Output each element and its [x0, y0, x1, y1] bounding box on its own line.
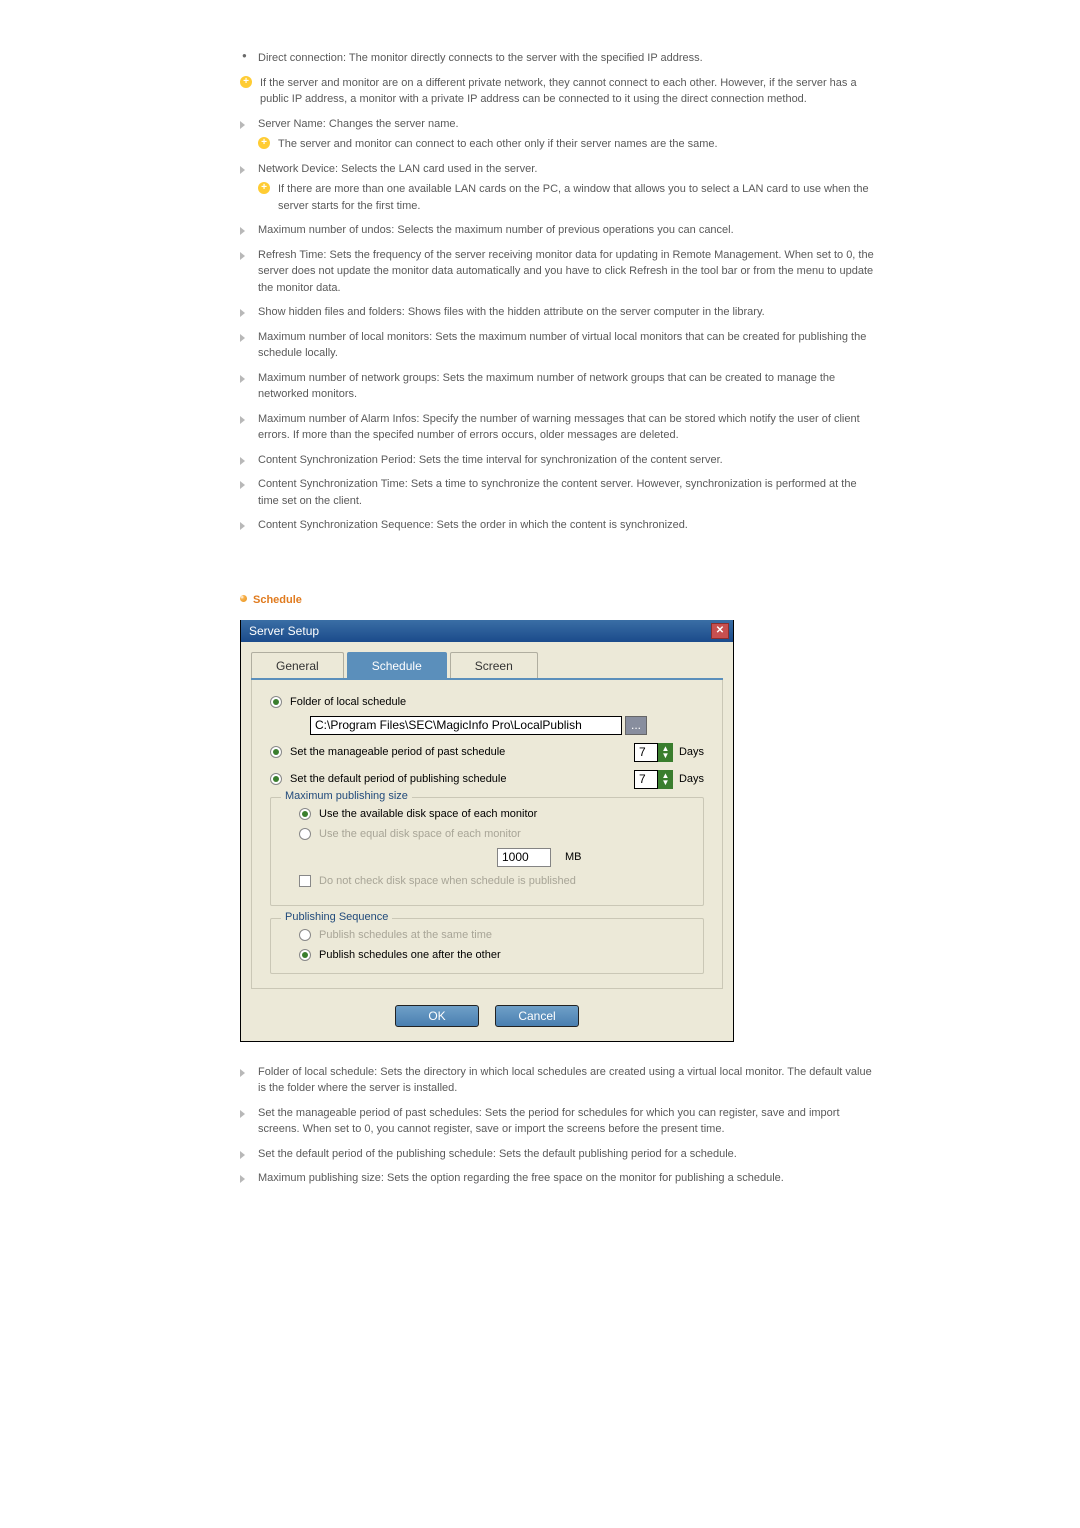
days-unit: Days	[679, 773, 704, 785]
bullet-icon	[240, 595, 247, 602]
item-default-publish-period: Set the default period of the publishing…	[240, 1146, 880, 1163]
folder-path-input[interactable]	[310, 716, 622, 735]
radio-equal-space[interactable]	[299, 828, 311, 840]
item-refresh-time: Refresh Time: Sets the frequency of the …	[240, 247, 880, 297]
item-sync-sequence: Content Synchronization Sequence: Sets t…	[240, 517, 880, 534]
one-after-other-label: Publish schedules one after the other	[319, 949, 501, 961]
bullet-direct-connection: Direct connection: The monitor directly …	[240, 50, 880, 67]
item-server-name: Server Name: Changes the server name. + …	[240, 116, 880, 153]
checkbox-no-diskcheck[interactable]	[299, 875, 311, 887]
radio-folder[interactable]	[270, 696, 282, 708]
folder-label: Folder of local schedule	[290, 696, 406, 708]
browse-button[interactable]: ...	[625, 716, 647, 735]
item-max-local-monitors: Maximum number of local monitors: Sets t…	[240, 329, 880, 362]
available-space-label: Use the available disk space of each mon…	[319, 808, 537, 820]
tab-schedule[interactable]: Schedule	[347, 652, 447, 678]
cancel-button[interactable]: Cancel	[495, 1005, 579, 1027]
dialog-title: Server Setup	[245, 624, 319, 638]
past-period-label: Set the manageable period of past schedu…	[290, 746, 505, 758]
tab-general[interactable]: General	[251, 652, 344, 678]
item-network-device: Network Device: Selects the LAN card use…	[240, 161, 880, 215]
server-setup-dialog: Server Setup ✕ General Schedule Screen F…	[240, 620, 734, 1042]
same-time-label: Publish schedules at the same time	[319, 929, 492, 941]
item-manageable-period: Set the manageable period of past schedu…	[240, 1105, 880, 1138]
tab-bar: General Schedule Screen	[251, 652, 723, 680]
note-text: If there are more than one available LAN…	[278, 183, 869, 212]
plus-icon: +	[258, 137, 270, 149]
default-publish-label: Set the default period of publishing sch…	[290, 773, 507, 785]
radio-available-space[interactable]	[299, 808, 311, 820]
group-max-publishing-size: Maximum publishing size Use the availabl…	[270, 797, 704, 906]
dialog-titlebar[interactable]: Server Setup ✕	[241, 620, 733, 642]
radio-past-period[interactable]	[270, 746, 282, 758]
mb-unit: MB	[565, 851, 582, 863]
group-legend: Maximum publishing size	[281, 790, 412, 802]
spinner-buttons[interactable]: ▲▼	[658, 743, 673, 762]
no-diskcheck-label: Do not check disk space when schedule is…	[319, 875, 576, 887]
tab-screen[interactable]: Screen	[450, 652, 538, 678]
radio-one-after-other[interactable]	[299, 949, 311, 961]
item-sync-period: Content Synchronization Period: Sets the…	[240, 452, 880, 469]
spinner-buttons[interactable]: ▲▼	[658, 770, 673, 789]
equal-space-label: Use the equal disk space of each monitor	[319, 828, 521, 840]
note-text: The server and monitor can connect to ea…	[278, 138, 718, 150]
plus-icon: +	[240, 76, 252, 88]
item-max-undos: Maximum number of undos: Selects the max…	[240, 222, 880, 239]
document-content: Direct connection: The monitor directly …	[0, 0, 1080, 1245]
item-show-hidden: Show hidden files and folders: Shows fil…	[240, 304, 880, 321]
item-max-publishing-size: Maximum publishing size: Sets the option…	[240, 1170, 880, 1187]
past-period-input[interactable]	[634, 743, 658, 762]
close-icon[interactable]: ✕	[711, 623, 729, 639]
item-max-network-groups: Maximum number of network groups: Sets t…	[240, 370, 880, 403]
item-sync-time: Content Synchronization Time: Sets a tim…	[240, 476, 880, 509]
ok-button[interactable]: OK	[395, 1005, 479, 1027]
radio-default-publish[interactable]	[270, 773, 282, 785]
radio-same-time[interactable]	[299, 929, 311, 941]
note-text: If the server and monitor are on a diffe…	[260, 77, 857, 106]
plus-icon: +	[258, 182, 270, 194]
mb-input[interactable]	[497, 848, 551, 867]
note-different-network: + If the server and monitor are on a dif…	[240, 75, 880, 108]
group-legend: Publishing Sequence	[281, 911, 392, 923]
group-publishing-sequence: Publishing Sequence Publish schedules at…	[270, 918, 704, 974]
section-title-schedule: Schedule	[240, 594, 880, 606]
item-folder-local-schedule: Folder of local schedule: Sets the direc…	[240, 1064, 880, 1097]
item-max-alarm: Maximum number of Alarm Infos: Specify t…	[240, 411, 880, 444]
schedule-panel: Folder of local schedule ... Set the man…	[251, 680, 723, 989]
default-publish-input[interactable]	[634, 770, 658, 789]
days-unit: Days	[679, 746, 704, 758]
